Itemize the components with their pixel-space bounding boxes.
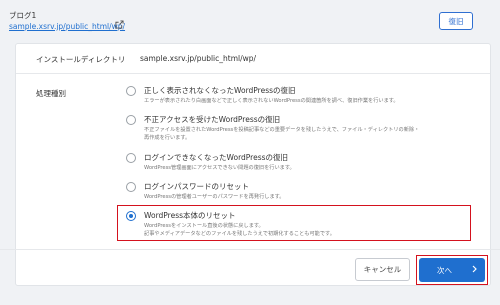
chevron-right-icon: [472, 265, 477, 273]
radio-fix-login[interactable]: [126, 153, 136, 163]
option-description: エラーが表示されたり白画面などで正しく表示されないWordPressの関連箇所を…: [144, 98, 399, 104]
site-header: ブログ1 sample.xsrv.jp/public_html/wp/ 復旧: [0, 0, 500, 38]
option-title[interactable]: 正しく表示されなくなったWordPressの復旧: [144, 85, 296, 96]
option-title[interactable]: 不正アクセスを受けたWordPressの復旧: [144, 114, 280, 125]
next-button-label: 次へ: [437, 266, 452, 275]
install-dir-value: sample.xsrv.jp/public_html/wp/: [140, 54, 257, 63]
option-description: WordPressの管理者ユーザーのパスワードを再発行します。: [144, 194, 285, 200]
option-description: WordPress管理画面にアクセスできない問題の復旧を行います。: [144, 165, 295, 171]
radio-fix-display[interactable]: [126, 86, 136, 96]
selection-highlight: [117, 205, 471, 241]
next-button[interactable]: 次へ: [419, 258, 485, 282]
process-type-label: 処理種別: [36, 89, 66, 98]
blog-name: ブログ1: [9, 11, 37, 20]
option-title[interactable]: ログインできなくなったWordPressの復旧: [144, 152, 288, 163]
install-dir-row: インストールディレクトリ sample.xsrv.jp/public_html/…: [16, 44, 490, 74]
restore-button[interactable]: 復旧: [439, 12, 473, 30]
blog-url-link[interactable]: sample.xsrv.jp/public_html/wp/: [9, 22, 125, 31]
install-dir-label: インストールディレクトリ: [36, 55, 126, 64]
option-description: 不正ファイルを設置されたWordPressを投稿記事などの重要データを残したうえ…: [144, 127, 420, 141]
option-title[interactable]: ログインパスワードのリセット: [144, 181, 249, 192]
radio-reset-password[interactable]: [126, 182, 136, 192]
footer-divider: [0, 249, 500, 250]
radio-fix-unauthorized[interactable]: [126, 115, 136, 125]
cancel-button[interactable]: キャンセル: [355, 258, 410, 281]
external-link-icon[interactable]: [115, 20, 124, 29]
